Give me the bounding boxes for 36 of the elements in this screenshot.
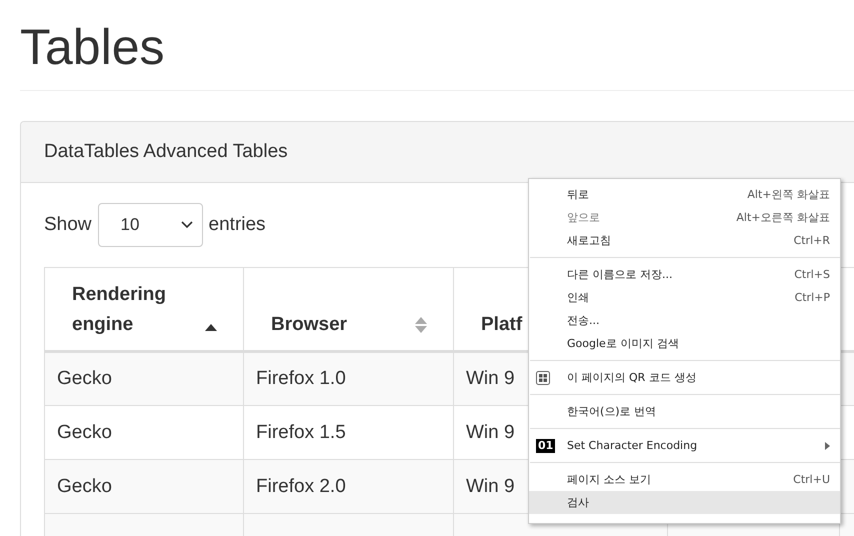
menu-item[interactable]: 검사 [529, 491, 840, 514]
menu-item[interactable]: 인쇄 Ctrl+P [529, 286, 840, 309]
menu-item[interactable]: 한국어(으)로 번역 [529, 400, 840, 423]
chevron-down-icon [180, 221, 193, 229]
menu-item[interactable]: 이 페이지의 QR 코드 생성 [529, 366, 840, 389]
table-cell: Win 9 [466, 476, 515, 496]
shortcut-text: Ctrl+P [794, 291, 830, 304]
table-cell: Win 9 [466, 422, 515, 442]
table-cell: Firefox 1.0 [256, 368, 346, 389]
table-cell: Gecko [57, 476, 112, 496]
shortcut-text: Ctrl+S [794, 268, 830, 281]
menu-item[interactable]: 01 Set Character Encoding [529, 434, 840, 457]
entries-select[interactable]: 10 [98, 203, 203, 247]
sort-ascending-icon [205, 324, 217, 331]
shortcut-text: Ctrl+U [793, 473, 830, 486]
qr-code-icon [536, 370, 550, 384]
entries-label: entries [208, 214, 266, 236]
table-cell: Firefox 2.0 [256, 476, 346, 496]
shortcut-text: Alt+왼쪽 화살표 [747, 187, 830, 202]
sort-icon [415, 317, 427, 333]
menu-item[interactable]: 다른 이름으로 저장... Ctrl+S [529, 263, 840, 286]
menu-item[interactable]: 페이지 소스 보기 Ctrl+U [529, 468, 840, 491]
encoding-icon: 01 [536, 438, 556, 452]
menu-item[interactable]: 뒤로 Alt+왼쪽 화살표 [529, 183, 840, 206]
show-label: Show [44, 214, 92, 236]
menu-item[interactable]: Google로 이미지 검색 [529, 332, 840, 355]
menu-item[interactable]: 전송... [529, 309, 840, 332]
table-cell: Firefox 1.5 [256, 422, 346, 442]
shortcut-text: Alt+오른쪽 화살표 [736, 210, 830, 225]
menu-item[interactable]: 새로고침 Ctrl+R [529, 229, 840, 252]
table-cell: Gecko [57, 422, 112, 442]
table-cell: Win 9 [466, 368, 515, 389]
shortcut-text: Ctrl+R [794, 234, 830, 247]
table-cell: Gecko [57, 368, 112, 389]
card-header: DataTables Advanced Tables [21, 122, 854, 183]
page-title: Tables [20, 18, 165, 77]
